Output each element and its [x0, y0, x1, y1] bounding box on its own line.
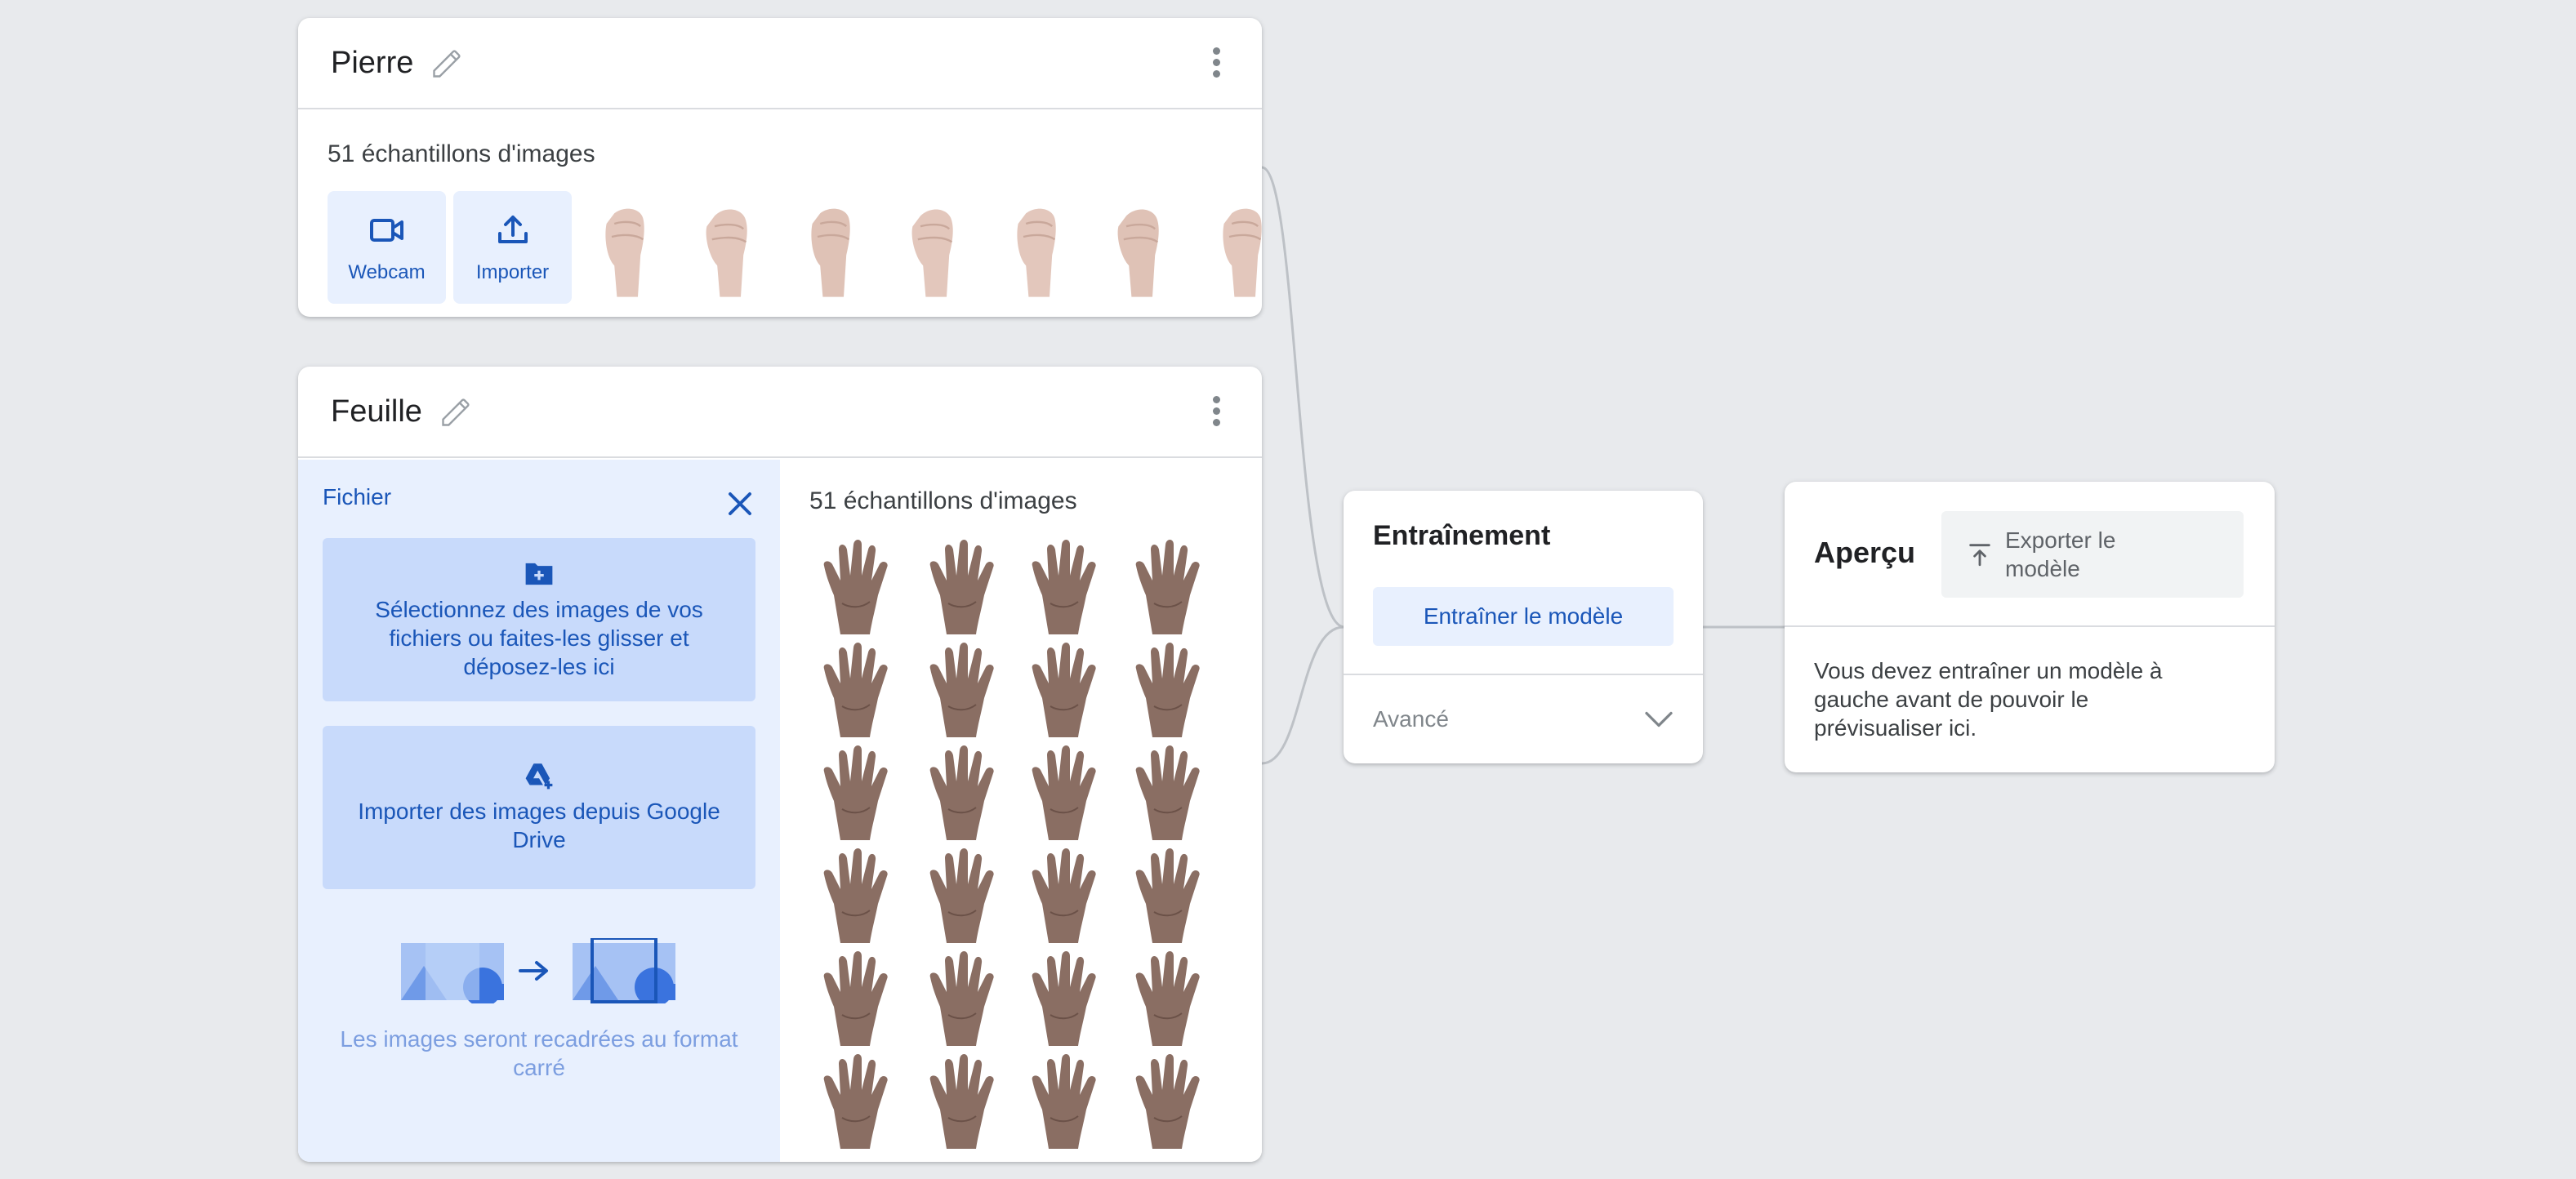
train-model-button[interactable]: Entraîner le modèle: [1373, 587, 1674, 646]
crop-illustration: [401, 938, 675, 1003]
export-icon: [1969, 544, 1990, 567]
pencil-icon[interactable]: [430, 45, 466, 81]
divider: [1344, 674, 1703, 675]
panel-title: Fichier: [323, 484, 392, 509]
sample-grid-panel: 51 échantillons d'images: [780, 460, 1262, 1162]
drive-text: Importer des images depuis Google Drive: [358, 799, 720, 852]
folder-add-icon: [525, 563, 553, 585]
class-card-pierre: Pierre 51 échantillons d'images Webcam I…: [298, 18, 1262, 317]
webcam-label: Webcam: [348, 261, 426, 283]
training-card: Entraînement Entraîner le modèle Avancé: [1344, 491, 1703, 763]
webcam-icon: [369, 219, 403, 242]
fist-thumbnail[interactable]: [894, 198, 973, 302]
sample-thumbnail-grid[interactable]: [809, 538, 1218, 1150]
close-icon[interactable]: [725, 489, 755, 518]
file-drop-zone[interactable]: Sélectionnez des images de vos fichiers …: [323, 538, 755, 701]
sample-thumbnails: [586, 198, 1262, 304]
fist-thumbnail[interactable]: [586, 198, 664, 302]
fist-thumbnail[interactable]: [1100, 198, 1179, 302]
fist-thumbnail[interactable]: [689, 198, 767, 302]
file-upload-panel: Fichier Sélectionnez des images de vos f…: [298, 460, 780, 1162]
training-title: Entraînement: [1373, 520, 1551, 551]
samples-count: 51 échantillons d'images: [809, 487, 1077, 514]
class-header: Pierre: [298, 18, 1262, 109]
class-name[interactable]: Pierre: [331, 46, 413, 81]
samples-count: 51 échantillons d'images: [328, 140, 595, 167]
advanced-toggle[interactable]: Avancé: [1373, 706, 1449, 732]
pencil-icon[interactable]: [439, 394, 475, 429]
preview-title: Aperçu: [1814, 536, 1916, 569]
fist-thumbnail[interactable]: [791, 198, 870, 302]
upload-button[interactable]: Importer: [453, 191, 572, 304]
class-name[interactable]: Feuille: [331, 394, 422, 429]
google-drive-button[interactable]: Importer des images depuis Google Drive: [323, 726, 755, 889]
fist-thumbnail[interactable]: [1203, 198, 1262, 302]
export-label: Exporter le modèle: [2005, 527, 2116, 581]
more-options-icon[interactable]: [1211, 47, 1221, 80]
chevron-down-icon[interactable]: [1644, 708, 1674, 731]
fist-thumbnail[interactable]: [997, 198, 1076, 302]
class-card-feuille: Feuille Fichier Sélectionnez des images …: [298, 367, 1262, 1162]
google-drive-icon: [525, 763, 553, 790]
file-drop-text: Sélectionnez des images de vos fichiers …: [375, 596, 703, 679]
divider: [1785, 625, 2275, 627]
crop-note: Les images seront recadrées au format ca…: [340, 1026, 738, 1080]
export-model-button[interactable]: Exporter le modèle: [1941, 511, 2244, 598]
upload-icon: [497, 216, 528, 243]
preview-message: Vous devez entraîner un modèle à gauche …: [1814, 658, 2163, 741]
more-options-icon[interactable]: [1211, 396, 1221, 429]
class-header: Feuille: [298, 367, 1262, 458]
webcam-button[interactable]: Webcam: [328, 191, 446, 304]
upload-label: Importer: [475, 261, 550, 283]
preview-card: Aperçu Exporter le modèle Vous devez ent…: [1785, 482, 2275, 772]
